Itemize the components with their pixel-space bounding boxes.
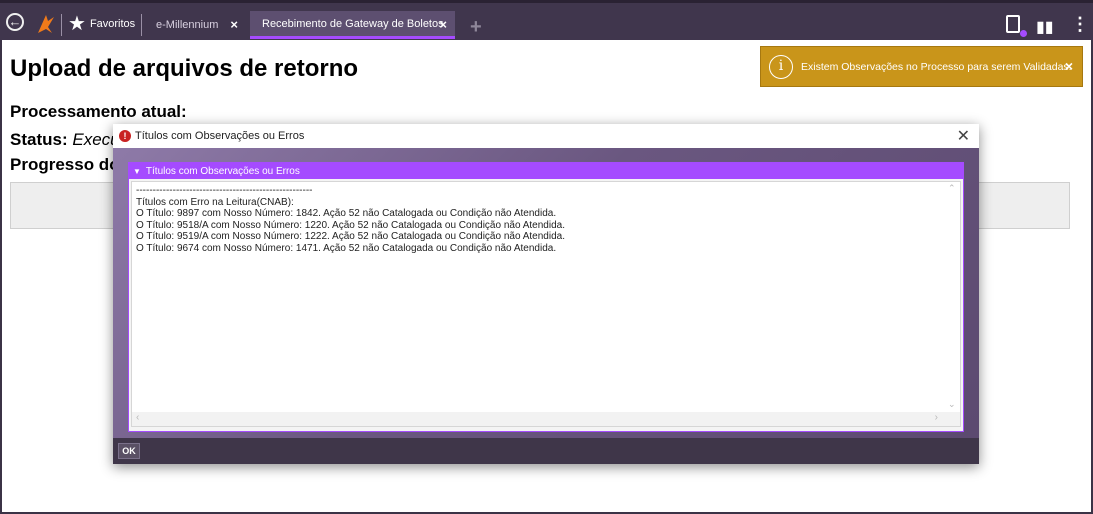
scroll-left-icon[interactable]: ‹	[136, 412, 139, 423]
close-icon[interactable]: ×	[1065, 58, 1073, 74]
scroll-down-icon[interactable]: ⌄	[948, 399, 956, 410]
notification-dot	[1020, 30, 1027, 37]
observations-notice: i Existem Observações no Processo para s…	[760, 46, 1083, 87]
favorites-button[interactable]: ★ Favoritos	[68, 11, 135, 37]
back-icon[interactable]: ←	[6, 13, 24, 31]
clipboard-icon[interactable]	[1006, 15, 1020, 33]
close-icon[interactable]: ×	[230, 17, 238, 32]
logo-icon	[38, 15, 54, 33]
vertical-scrollbar[interactable]: ⌃ ⌄	[945, 182, 960, 410]
processing-label: Processamento atual:	[10, 102, 187, 121]
text-line: O Título: 9897 com Nosso Número: 1842. A…	[136, 208, 557, 219]
dialog-title: Títulos com Observações ou Erros	[135, 130, 305, 142]
observations-section: ▼ Títulos com Observações ou Erros -----…	[128, 162, 964, 432]
horizontal-scrollbar[interactable]: ‹ ›	[132, 412, 960, 426]
dialog-footer: OK	[113, 438, 979, 464]
observations-dialog: ! Títulos com Observações ou Erros ✕ ▼ T…	[113, 124, 979, 464]
section-title: Títulos com Observações ou Erros	[145, 165, 300, 177]
collapse-triangle-icon: ▼	[133, 166, 141, 176]
top-bar: ← ★ Favoritos e-Millennium × Recebimento…	[0, 0, 1093, 40]
close-icon[interactable]: ×	[439, 17, 447, 32]
tab-recebimento-gateway-boletos[interactable]: Recebimento de Gateway de Boletos ×	[250, 11, 455, 39]
favorites-label: Favoritos	[89, 18, 136, 30]
dialog-body: ▼ Títulos com Observações ou Erros -----…	[113, 148, 979, 438]
status-label: Status:	[10, 130, 68, 149]
progress-label: Progresso do	[10, 155, 120, 174]
tab-label: e-Millennium	[156, 19, 219, 31]
info-icon: i	[769, 54, 793, 79]
scroll-up-icon[interactable]: ⌃	[948, 183, 956, 194]
app-icon: !	[119, 130, 131, 142]
text-line: ----------------------------------------…	[136, 185, 313, 196]
add-tab-button[interactable]: +	[470, 17, 482, 37]
star-icon: ★	[68, 13, 86, 35]
divider	[141, 14, 142, 36]
tab-label: Recebimento de Gateway de Boletos	[262, 17, 444, 30]
ok-button[interactable]: OK	[118, 443, 140, 459]
text-line: O Título: 9674 com Nosso Número: 1471. A…	[136, 242, 557, 254]
text-lines: ----------------------------------------…	[136, 185, 565, 254]
text-line: O Título: 9518/A com Nosso Número: 1220.…	[136, 219, 565, 231]
close-icon[interactable]: ✕	[957, 126, 970, 146]
status-line: Status: Execu	[10, 130, 120, 150]
text-line: Títulos com Erro na Leitura(CNAB):	[136, 196, 294, 208]
chat-icon[interactable]: ▮▮	[1036, 17, 1054, 37]
kebab-menu-icon[interactable]: ⋮	[1071, 14, 1089, 35]
section-header[interactable]: ▼ Títulos com Observações ou Erros	[129, 163, 963, 179]
dialog-titlebar: ! Títulos com Observações ou Erros ✕	[113, 124, 979, 148]
text-line: O Título: 9519/A com Nosso Número: 1222.…	[136, 231, 565, 242]
tab-e-millennium[interactable]: e-Millennium ×	[146, 11, 246, 39]
notice-text: Existem Observações no Processo para ser…	[801, 60, 1072, 73]
page-title: Upload de arquivos de retorno	[10, 55, 359, 82]
scroll-right-icon[interactable]: ›	[935, 412, 938, 423]
observations-textarea[interactable]: ----------------------------------------…	[131, 181, 961, 427]
divider	[61, 14, 62, 36]
